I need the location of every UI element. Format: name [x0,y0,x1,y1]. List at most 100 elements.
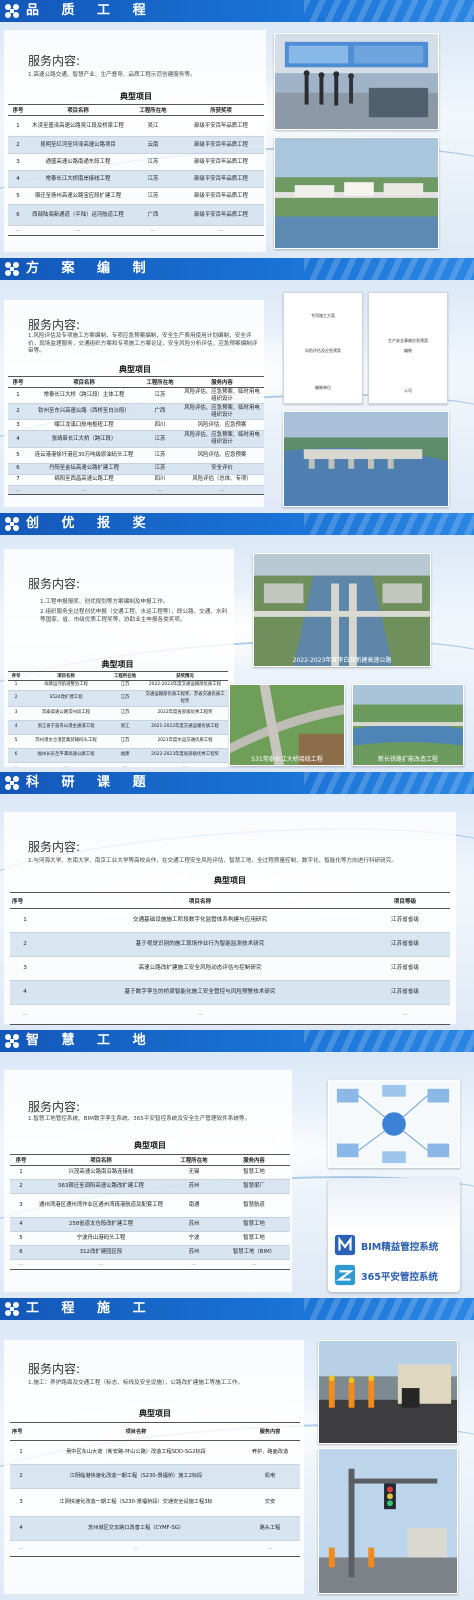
table-cell: 连云港港徐圩港区30万吨级原油码头工程 [28,447,140,464]
table-row: 4 浙江省宁波舟山港主通道工程 浙江 2021-2022年度交通运输优质工程 [8,720,228,736]
doc-line: 编制单位 [314,385,331,390]
section-smart-site: 智 慧 工 地 服务内容: 1.智慧工地管控系统、BIM数字孪生系统、365平安… [0,1030,474,1298]
table-cell: S63宿迁至泗阳高速公路改扩建工程 [32,1179,170,1194]
table-cell: 安全评价 [180,463,264,475]
section-title-bar: 工 程 施 工 [0,1298,474,1320]
table-row: 2 江阴临港快速化改造一期工程（S230-景福桥）施工2标段 机电 [10,1464,300,1489]
paving-crew-photo [318,1340,458,1444]
table-row: 1 海赣运河航道整治工程 江苏 2022-2023年度交通运输部优质工程 [8,680,228,691]
table-cell: 江苏 [108,690,142,708]
col-header: 序号 [8,376,28,388]
table-cell: 2 [8,403,28,421]
table-row: 1 兴茂高速公路南沿路连接线 无锡 智慧工地 [10,1165,290,1180]
col-header: 服务内容 [240,1422,300,1441]
dam-aerial-photo [283,411,449,507]
col-header: 项目等级 [360,892,450,909]
photo-caption: 新长铁路扩能改造工程 [377,756,438,763]
table-cell: 丹阳至金坛高速公路扩建工程 [28,463,140,475]
table-row: 3 岷江龙溪口航电枢纽工程 四川 风险评估、应急预案 [8,419,264,432]
table-cell: 6 [8,463,28,475]
table-cell: 浙江 [108,720,142,736]
section-title: 方 案 编 制 [26,261,155,276]
col-header: 项目名称 [32,1154,170,1166]
table-cell: 宁波舟山港码头工程 [32,1231,170,1246]
section-title-bar: 品 质 工 程 [0,0,474,22]
table-cell: 交通运输部优质工程奖、苏省交通优质工程奖 [142,690,228,708]
table-row: 2 S63宿迁至泗阳高速公路改扩建工程 苏州 智慧梁厂 [10,1179,290,1194]
table-cell: 苏州城区交叉路口改善工程（CYMF-SG） [32,1516,240,1541]
table-cell: 吴中区东山大道（新安路-环山公路）改造工程SDD-SG2标段 [32,1440,240,1465]
table-cell: … [28,485,140,496]
table-cell: … [32,1540,240,1557]
table-cell: 部级平安百年品质工程 [178,153,264,171]
section-title: 创 优 报 奖 [26,516,155,531]
col-header: 服务内容 [218,1154,290,1166]
table-row: 6 福州长乐至平潭高速公路工程 福建 2022-2023年度省部级优秀工程奖 [8,748,228,764]
section-title: 智 慧 工 地 [26,1033,155,1048]
table-cell: 机电 [240,1464,300,1489]
table-cell: … [8,225,28,236]
table-cell: 3 [8,706,24,722]
table-row: ………… [8,485,264,496]
table-cell: 广西 [128,204,178,226]
table-cell: 路头工程 [240,1516,300,1541]
table-cell: 江苏 [128,170,178,188]
service-heading: 服务内容: [28,1362,81,1376]
table-cell: 部级平安百年品质工程 [178,170,264,188]
table-cell: … [32,1259,170,1270]
table-cell: 智慧航道 [218,1193,290,1218]
table-cell: 6 [8,748,24,764]
table-cell: 3 [10,1193,32,1218]
table-cell: … [218,1259,290,1270]
table-cell: 海赣运河航道整治工程 [24,680,108,691]
table-row: 3 高速公路改扩建施工安全风险动态评估与控制研究 江苏省省级 [10,956,450,981]
table-cell: 4 [8,170,28,188]
table-cell: 4 [8,430,28,448]
table-cell: … [28,225,128,236]
table-cell: 常泰长江大桥（跨江段）主体工程 [28,387,140,405]
table-cell: 2022-2023年度省部级优秀工程奖 [142,748,228,764]
col-header: 所获奖项 [178,104,264,116]
table-cell: 7 [8,474,28,486]
doc-line: 生产安全事故应急预案 [387,338,428,343]
table-cell: 风险评估（总体、专项） [180,474,264,486]
table-cell: 258省道太仓段改扩建工程 [32,1217,170,1232]
table-cell: 风险评估、应急预案、临时用电组织设计 [180,387,264,405]
table-cell: 部级平安百年品质工程 [178,204,264,226]
exhibition-hall-photo [274,33,439,130]
table-cell: 2021年度水运交通优质工程 [142,734,228,750]
projects-table: 序号 项目名称 工程所在地 服务内容 1 常泰长江大桥（跨江段）主体工程 江苏 风险评… [8,376,264,496]
table-row: 6 西部陆海新通道（平陆）运河航道工程 广西 部级平安百年品质工程 [8,204,264,226]
table-title: 典型项目 [120,92,152,101]
table-cell: 3 [10,1488,32,1517]
col-header: 工程所在地 [108,671,142,681]
table-cell: 广西 [140,403,180,421]
table-row: 4 基于数字孪生的桥梁智能化施工安全管控与风险预警技术研究 江苏省省级 [10,980,450,1005]
bim-logo-icon [334,1234,356,1256]
table-cell: … [140,485,180,496]
table-cell: … [108,762,142,772]
emergency-plan-document-cover: 生产安全事故应急预案 编制 公司 [368,292,448,404]
table-cell: 基于视觉识别的施工现场作业行为智能监测技术研究 [40,932,360,957]
table-cell: 智慧工地 [218,1231,290,1246]
table-cell: 3 [8,419,28,432]
table-cell: 4 [10,1516,32,1541]
table-cell: 苏州 [170,1245,218,1260]
service-heading: 服务内容: [28,577,81,591]
table-cell: 4 [10,1217,32,1232]
table-cell: 养护、路面改造 [240,1440,300,1465]
table-cell: 福建 [108,748,142,764]
table-row: 4 张靖皋长江大桥（跨江段） 江苏 风险评估、应急预案、临时用电组织设计 [8,430,264,448]
canal-lock-aerial-photo: 2022-2023年度李白获新建高速公路 [253,553,431,667]
col-header: 序号 [8,104,28,116]
table-row: 2 昆明至红河至坪泽高速公路项目 云南 部级平安百年品质工程 [8,136,264,154]
safety-logo-icon [334,1264,356,1286]
table-cell: 智慧工地 [218,1165,290,1180]
photo-caption: 2022-2023年度李白获新建高速公路 [292,657,392,664]
highway-interchange-photo: S31常泰长江大桥接线工程 [229,684,345,766]
table-cell: 通盛高速公路南通东段工程 [28,153,128,171]
table-cell: 5 [10,1231,32,1246]
projects-table: 序号 项目名称 工程所在地 服务内容 1 兴茂高速公路南沿路连接线 无锡 智慧工地 2… [10,1154,290,1270]
company-logo-icon [5,262,19,276]
table-row: 1 常泰长江大桥（跨江段）主体工程 江苏 风险评估、应急预案、临时用电组织设计 [8,387,264,405]
